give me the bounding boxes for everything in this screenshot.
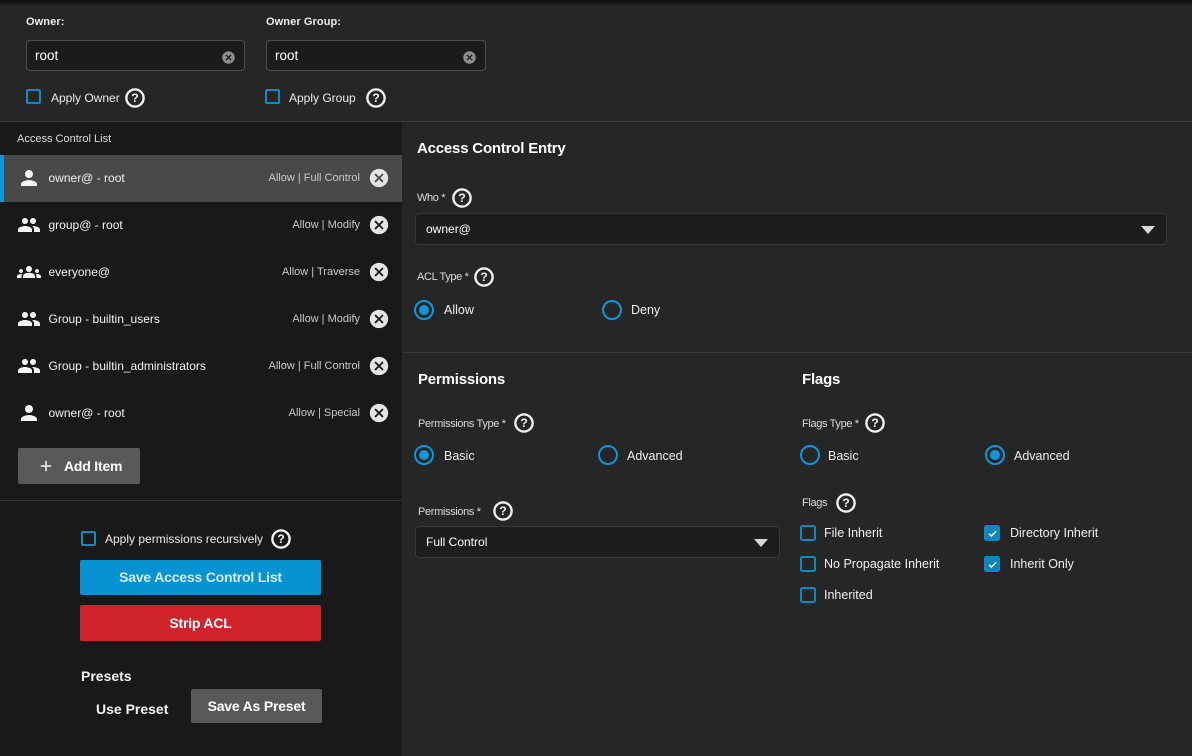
svg-text:?: ?: [458, 191, 466, 205]
svg-text:?: ?: [277, 532, 285, 546]
svg-text:?: ?: [499, 504, 507, 518]
svg-text:?: ?: [131, 91, 139, 105]
svg-text:?: ?: [871, 416, 879, 430]
svg-text:?: ?: [372, 91, 380, 105]
svg-text:?: ?: [842, 496, 850, 510]
svg-text:?: ?: [480, 270, 488, 284]
svg-text:?: ?: [520, 416, 528, 430]
